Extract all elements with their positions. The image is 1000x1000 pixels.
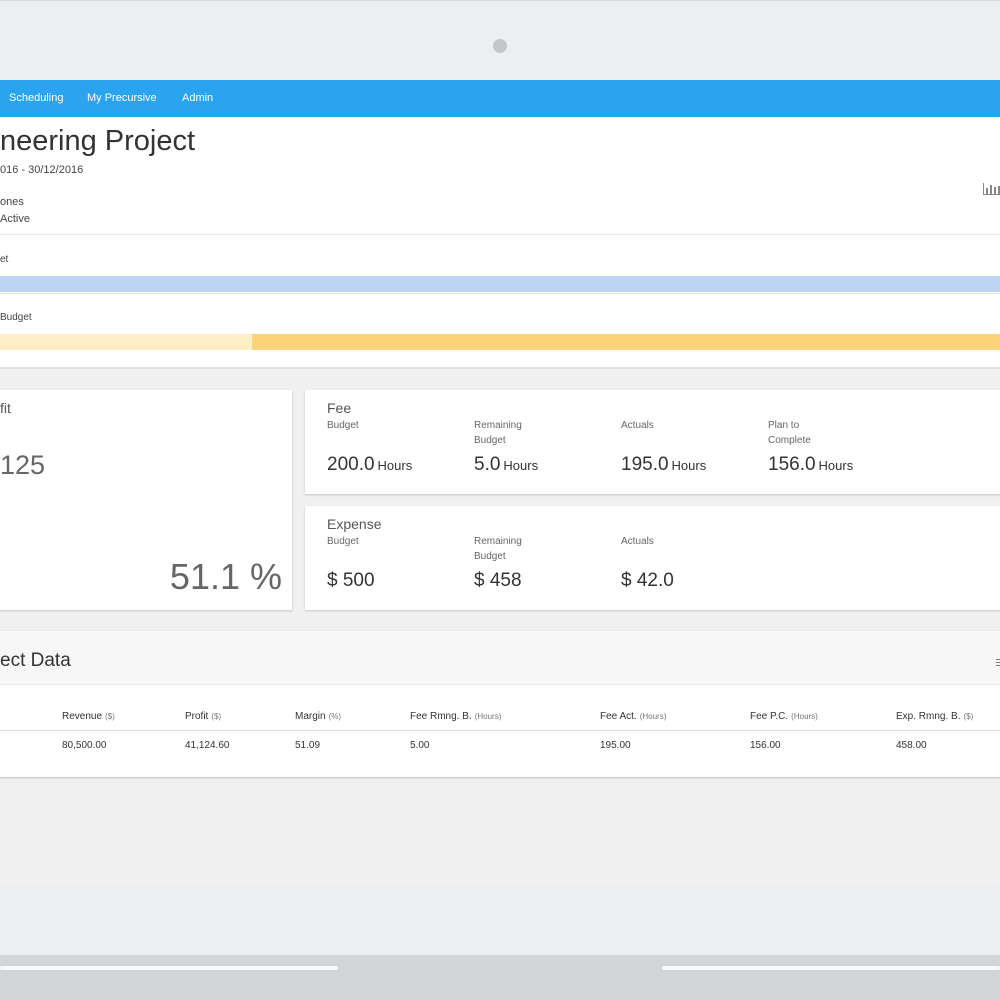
metric-value: $ 42.0	[621, 570, 674, 591]
table-cell: 5.00	[410, 740, 430, 751]
project-status: Active	[0, 213, 30, 225]
project-date-range: 016 - 30/12/2016	[0, 164, 84, 176]
nav-item-admin[interactable]: Admin	[182, 80, 213, 117]
metric-label: Budget	[327, 536, 359, 547]
divider	[0, 234, 1000, 235]
fee-card-title: Fee	[327, 400, 352, 416]
column-header-fee-remaining-budget[interactable]: Fee Rmng. B. (Hours)	[410, 711, 501, 722]
metric-value: 195.0 Hours	[621, 454, 707, 475]
metric-value: 200.0 Hours	[327, 454, 413, 475]
nav-item-scheduling[interactable]: Scheduling	[9, 80, 63, 117]
metric-label: Actuals	[621, 536, 654, 547]
table-header-band	[0, 631, 1000, 685]
metric-value: $ 500	[327, 570, 375, 591]
metric-label: Budget	[327, 420, 359, 431]
expense-budget-used	[0, 334, 252, 350]
column-header-margin[interactable]: Margin (%)	[295, 711, 341, 722]
table-cell: 156.00	[750, 740, 781, 751]
metric-label: Remaining Budget	[474, 536, 522, 562]
fee-card: Fee Budget 200.0 Hours Remaining Budget 5…	[305, 390, 1000, 494]
column-header-fee-plan-to-complete[interactable]: Fee P.C. (Hours)	[750, 711, 818, 722]
fee-budget-label: et	[0, 254, 9, 265]
metric-value: $ 458	[474, 570, 522, 591]
fee-plan-to-complete-metric: Plan to Complete 156.0 Hours	[768, 418, 908, 476]
profit-card-title: fit	[0, 400, 11, 416]
fee-budget-bar	[0, 276, 1000, 292]
metric-label: Remaining Budget	[474, 420, 522, 446]
fee-actuals-metric: Actuals 195.0 Hours	[621, 418, 761, 476]
metric-value: 5.0 Hours	[474, 454, 539, 475]
expense-budget-metric: Budget $ 500	[327, 534, 467, 592]
expense-card-title: Expense	[327, 516, 382, 532]
expense-remaining-metric: Remaining Budget $ 458	[474, 534, 614, 592]
top-navbar: Scheduling My Precursive Admin	[0, 80, 1000, 117]
metric-value: 156.0 Hours	[768, 454, 854, 475]
table-cell: 458.00	[896, 740, 927, 751]
dashboard-content: fit 125 51.1 % Fee Budget 200.0 Hours Rem…	[0, 369, 1000, 886]
column-header-expense-remaining-budget[interactable]: Exp. Rmng. B. ($)	[896, 711, 973, 722]
table-cell: 51.09	[295, 740, 321, 751]
project-header: neering Project 016 - 30/12/2016 ones Ac…	[0, 117, 1000, 369]
camera-dot	[493, 39, 507, 53]
profit-amount: 125	[0, 450, 46, 480]
table-cell: 195.00	[600, 740, 631, 751]
profit-margin: 51.1 %	[169, 556, 282, 597]
project-manager: ones	[0, 196, 24, 208]
metric-label: Plan to Complete	[768, 420, 811, 446]
device-base-highlight	[662, 966, 1000, 970]
table-title: ect Data	[0, 650, 71, 671]
table-cell: 41,124.60	[185, 740, 230, 751]
expense-actuals-metric: Actuals $ 42.0	[621, 534, 761, 592]
divider	[0, 293, 1000, 294]
device-top-bezel	[0, 0, 1000, 80]
nav-item-my-precursive[interactable]: My Precursive	[87, 80, 157, 117]
bar-chart-icon[interactable]	[983, 181, 1000, 195]
menu-icon[interactable]	[996, 659, 1000, 667]
table-cell: 80,500.00	[62, 740, 107, 751]
project-data-table: ect Data Revenue ($) Profit ($) Margin (%) …	[0, 631, 1000, 777]
profit-card: fit 125 51.1 %	[0, 390, 292, 610]
expense-budget-label: Budget	[0, 312, 32, 323]
expense-card: Expense Budget $ 500 Remaining Budget $ …	[305, 506, 1000, 610]
page-title: neering Project	[0, 125, 196, 157]
expense-budget-bar	[0, 334, 1000, 350]
column-header-revenue[interactable]: Revenue ($)	[62, 711, 115, 722]
metric-label: Actuals	[621, 420, 654, 431]
column-header-fee-actuals[interactable]: Fee Act. (Hours)	[600, 711, 666, 722]
fee-remaining-metric: Remaining Budget 5.0 Hours	[474, 418, 614, 476]
device-base-highlight	[0, 966, 338, 970]
fee-budget-metric: Budget 200.0 Hours	[327, 418, 467, 476]
column-header-profit[interactable]: Profit ($)	[185, 711, 221, 722]
table-header-rule	[0, 730, 1000, 731]
device-base	[0, 955, 1000, 1000]
